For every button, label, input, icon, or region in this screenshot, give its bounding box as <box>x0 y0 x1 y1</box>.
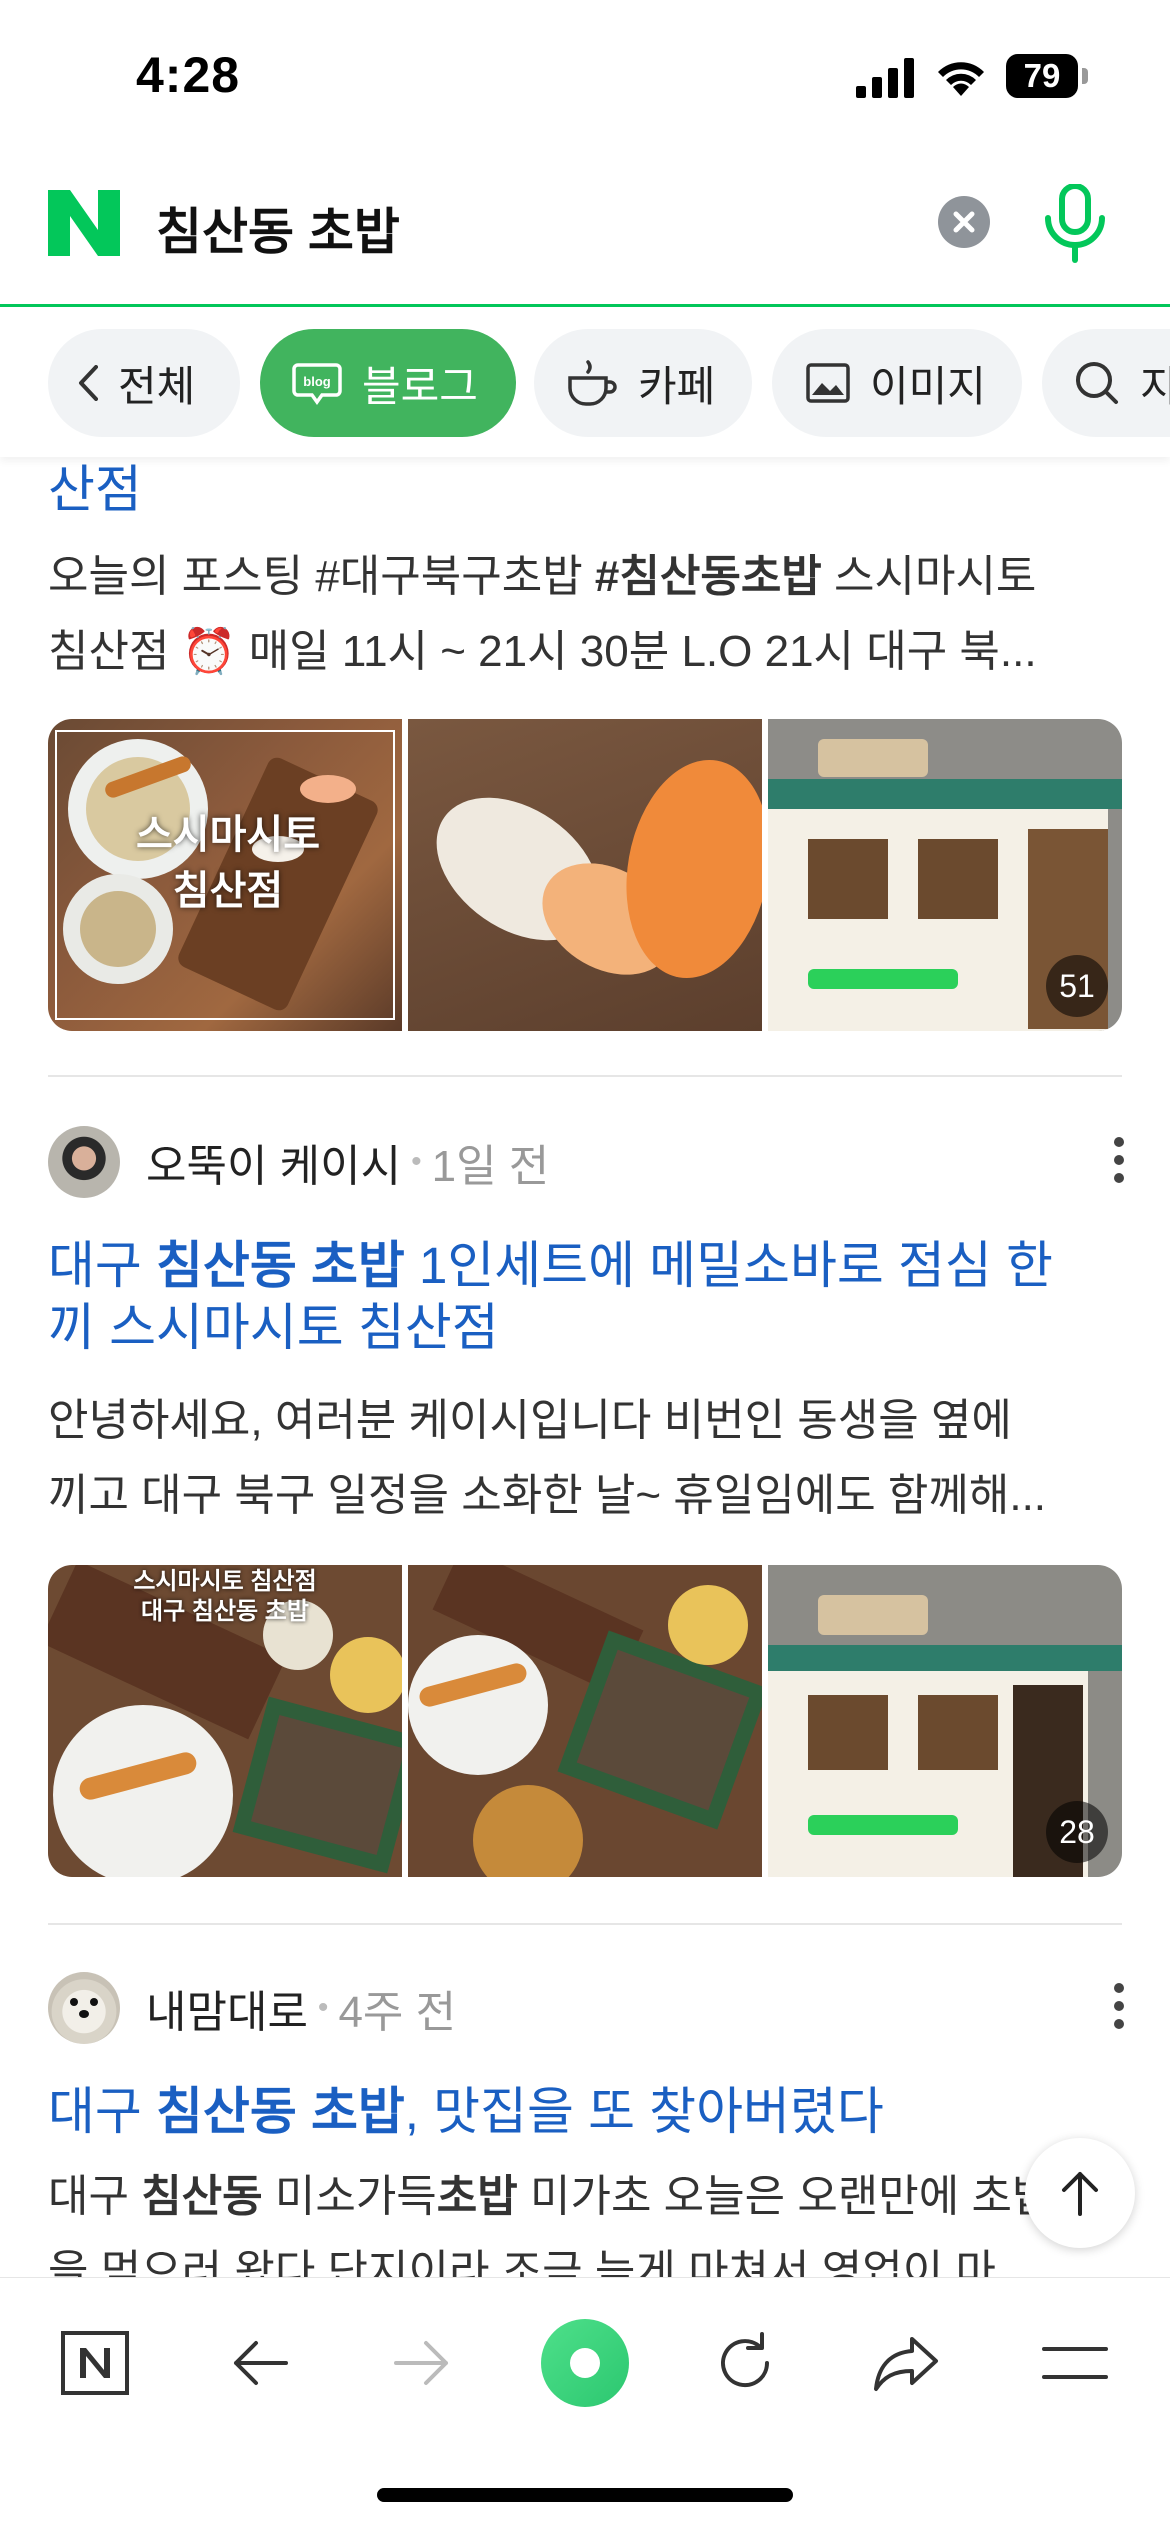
tab-label: 이미지 <box>870 362 986 410</box>
search-category-tabs: 전체 blog 블로그 카페 이미지 지 <box>0 307 1170 457</box>
forward-button[interactable] <box>377 2318 467 2408</box>
more-options-icon[interactable] <box>1112 1981 1126 2031</box>
tab-label: 지 <box>1140 362 1170 410</box>
close-icon <box>953 211 975 233</box>
home-indicator <box>377 2488 793 2502</box>
search-input[interactable]: 침산동 초밥 <box>156 192 400 264</box>
title-highlight: 침산동 초밥 <box>156 2083 405 2140</box>
tab-label: 전체 <box>118 362 196 410</box>
battery-icon: 79 <box>1006 54 1088 98</box>
avatar[interactable] <box>48 1126 120 1198</box>
title-text: 1인세트에 메밀소바로 점심 한 <box>404 1237 1053 1294</box>
voice-search-mic-icon[interactable] <box>1042 184 1108 264</box>
title-text: , 맛집을 또 찾아버렸다 <box>404 2083 884 2140</box>
tab-image[interactable]: 이미지 <box>772 329 1022 437</box>
author-name[interactable]: 오뚝이 케이시 <box>146 1130 401 1194</box>
tab-label: 카페 <box>638 362 716 410</box>
search-icon <box>1074 360 1120 406</box>
separator-dot: • <box>411 1145 422 1178</box>
title-text: 대구 <box>48 1237 157 1294</box>
image-icon <box>806 363 850 403</box>
thumbnail-image[interactable]: 28 <box>768 1565 1122 1877</box>
green-dot-icon <box>541 2319 629 2407</box>
svg-text:blog: blog <box>303 374 330 389</box>
share-button[interactable] <box>862 2318 952 2408</box>
battery-level: 79 <box>1023 57 1061 94</box>
post-time: 4주 전 <box>338 1988 457 2037</box>
refresh-button[interactable] <box>700 2318 790 2408</box>
desc-text: 스시마시토 <box>821 552 1037 601</box>
title-text: 끼 스시마시토 침산점 <box>48 1299 499 1356</box>
more-options-icon[interactable] <box>1112 1135 1126 1185</box>
result-description[interactable]: 오늘의 포스팅 #대구북구초밥 #침산동초밥 스시마시토 침산점 ⏰ 매일 11… <box>48 539 1128 689</box>
thumbnail-image[interactable] <box>408 1565 762 1877</box>
desc-text: 침산점 ⏰ 매일 11시 ~ 21시 30분 L.O 21시 대구 북... <box>48 627 1037 676</box>
tab-blog[interactable]: blog 블로그 <box>260 329 516 437</box>
avatar[interactable] <box>48 1972 120 2044</box>
thumbnail-image[interactable]: 스시마시토 침산점 대구 침산동 초밥 <box>48 1565 402 1877</box>
blog-results-list: 산점 오늘의 포스팅 #대구북구초밥 #침산동초밥 스시마시토 침산점 ⏰ 매일… <box>0 457 1170 2277</box>
thumbnail-image[interactable] <box>408 719 762 1031</box>
tab-all[interactable]: 전체 <box>48 329 240 437</box>
result-description[interactable]: 대구 침산동 미소가득초밥 미가초 오늘은 오랜만에 초밥 을 먹으러 왔다 단… <box>48 2159 1128 2277</box>
share-arrow-icon <box>874 2337 938 2391</box>
back-button[interactable] <box>215 2318 305 2408</box>
green-dot-button[interactable] <box>540 2318 630 2408</box>
signal-icon <box>856 58 914 98</box>
desc-text: 을 먹으러 왔다 단지이라 조금 늦게 마쳐서 영업이 마 <box>48 2247 996 2277</box>
naver-n-icon <box>61 2331 129 2395</box>
arrow-up-icon <box>1062 2172 1098 2216</box>
thumbnail-overlay-text: 스시마시토 침산점 대구 침산동 초밥 <box>133 1568 317 1625</box>
desc-text: 미소가득 <box>262 2172 437 2221</box>
separator-dot: • <box>317 1991 329 2024</box>
naver-home-button[interactable] <box>50 2318 140 2408</box>
photo-count-badge: 51 <box>1046 955 1108 1017</box>
cafe-cup-icon <box>566 358 618 408</box>
photo-count-badge: 28 <box>1046 1801 1108 1863</box>
menu-button[interactable] <box>1030 2318 1120 2408</box>
wifi-icon <box>938 62 984 96</box>
desc-text: 끼고 대구 북구 일정을 소화한 날~ 휴일임에도 함께해... <box>48 1471 1047 1520</box>
divider <box>48 1923 1122 1925</box>
result-description[interactable]: 안녕하세요, 여러분 케이시입니다 비번인 동생을 옆에 끼고 대구 북구 일정… <box>48 1383 1128 1533</box>
tab-label: 블로그 <box>362 362 478 410</box>
refresh-icon <box>721 2332 770 2388</box>
result-title[interactable]: 대구 침산동 초밥, 맛집을 또 찾아버렸다 <box>48 2081 1128 2143</box>
desc-text: 대구 <box>48 2172 142 2221</box>
tab-more[interactable]: 지 <box>1042 329 1170 437</box>
title-highlight: 침산동 초밥 <box>156 1237 405 1294</box>
hamburger-menu-icon <box>1042 2347 1108 2379</box>
desc-text: 미가초 오늘은 오랜만에 초밥 <box>517 2172 1053 2221</box>
desc-text: 오늘의 포스팅 #대구북구초밥 <box>48 552 595 601</box>
post-time: 1일 전 <box>431 1142 550 1191</box>
desc-highlight: #침산동초밥 <box>594 552 822 601</box>
result-title[interactable]: 대구 침산동 초밥 1인세트에 메밀소바로 점심 한 끼 스시마시토 침산점 <box>48 1235 1128 1359</box>
tab-cafe[interactable]: 카페 <box>534 329 752 437</box>
chevron-left-icon <box>78 365 98 401</box>
arrow-left-icon <box>234 2341 288 2385</box>
author-name[interactable]: 내맘대로 <box>146 1976 308 2040</box>
naver-logo[interactable] <box>48 190 120 256</box>
blog-author-row[interactable]: 내맘대로 • 4주 전 <box>48 1971 456 2045</box>
result-title[interactable]: 산점 <box>48 459 142 521</box>
arrow-right-icon <box>394 2341 448 2385</box>
desc-highlight: 침산동 <box>141 2172 263 2221</box>
thumbnail-overlay-text: 스시마시토 침산점 <box>136 813 320 913</box>
scroll-to-top-button[interactable] <box>1025 2138 1135 2248</box>
status-time: 4:28 <box>136 47 241 103</box>
search-header: 침산동 초밥 <box>0 150 1170 307</box>
clear-search-button[interactable] <box>938 196 990 248</box>
thumbnail-image[interactable]: 51 <box>768 719 1122 1031</box>
title-text: 대구 <box>48 2083 157 2140</box>
blog-icon: blog <box>292 361 342 405</box>
desc-highlight: 초밥 <box>436 2172 518 2221</box>
thumbnail-image[interactable]: 스시마시토 침산점 <box>48 719 402 1031</box>
divider <box>48 1075 1122 1077</box>
desc-text: 안녕하세요, 여러분 케이시입니다 비번인 동생을 옆에 <box>48 1396 1012 1445</box>
result-thumbnails[interactable]: 스시마시토 침산점 51 <box>48 719 1122 1031</box>
status-bar: 4:28 79 <box>0 0 1170 150</box>
result-thumbnails[interactable]: 스시마시토 침산점 대구 침산동 초밥 28 <box>48 1565 1122 1877</box>
blog-author-row[interactable]: 오뚝이 케이시 • 1일 전 <box>48 1125 549 1199</box>
